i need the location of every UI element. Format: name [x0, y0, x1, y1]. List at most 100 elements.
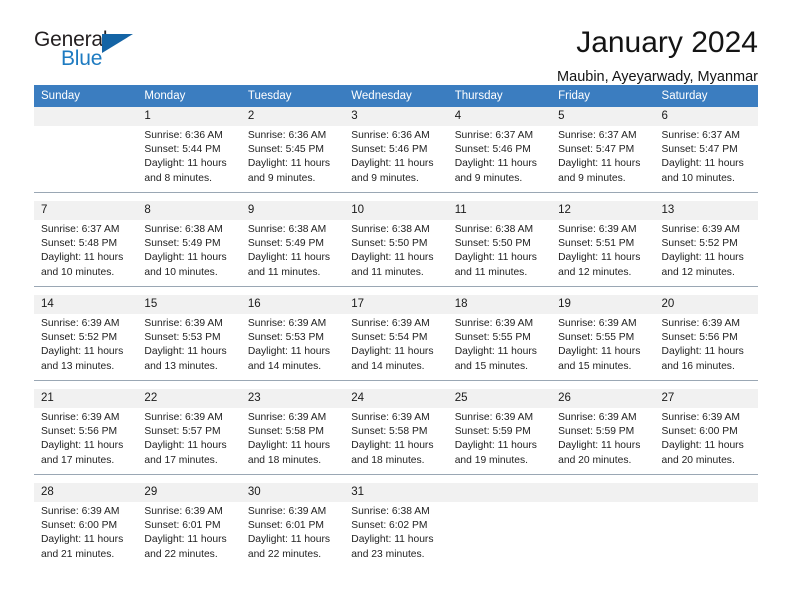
- day-number[interactable]: 13: [654, 201, 758, 220]
- daylight-text-line2: and 17 minutes.: [41, 454, 115, 466]
- sunrise-text: Sunrise: 6:37 AM: [41, 224, 120, 235]
- day-number[interactable]: 10: [344, 201, 448, 220]
- day-detail-cell[interactable]: Sunrise: 6:39 AM Sunset: 5:52 PM Daylight:…: [654, 220, 758, 287]
- day-detail-cell[interactable]: Sunrise: 6:39 AM Sunset: 5:59 PM Daylight:…: [447, 408, 552, 475]
- general-blue-logo[interactable]: General Blue: [34, 26, 142, 78]
- day-number[interactable]: 22: [137, 389, 241, 408]
- daylight-text-line1: Daylight: 11 hours: [41, 346, 124, 358]
- sunset-text: Sunset: 5:59 PM: [558, 426, 635, 438]
- sunrise-text: Sunrise: 6:39 AM: [454, 318, 534, 329]
- daylight-text-line2: and 10 minutes.: [661, 172, 735, 184]
- day-detail-cell[interactable]: Sunrise: 6:39 AM Sunset: 5:56 PM Daylight:…: [34, 408, 138, 475]
- day-number[interactable]: 31: [344, 483, 448, 502]
- daylight-text-line1: Daylight: 11 hours: [661, 346, 744, 358]
- day-detail-cell[interactable]: Sunrise: 6:39 AM Sunset: 5:55 PM Daylight:…: [551, 314, 655, 381]
- sunset-text: Sunset: 5:57 PM: [144, 426, 221, 438]
- sunrise-text: Sunrise: 6:37 AM: [454, 130, 534, 141]
- day-number[interactable]: 11: [447, 201, 552, 220]
- day-detail-cell[interactable]: Sunrise: 6:39 AM Sunset: 6:00 PM Daylight:…: [34, 502, 138, 568]
- day-number[interactable]: 20: [654, 295, 758, 314]
- sunrise-text: Sunrise: 6:39 AM: [661, 224, 740, 235]
- day-number[interactable]: 29: [137, 483, 241, 502]
- day-detail-cell[interactable]: Sunrise: 6:39 AM Sunset: 5:58 PM Daylight:…: [240, 408, 345, 475]
- day-detail-row: Sunrise: 6:39 AM Sunset: 5:52 PM Daylight:…: [34, 314, 758, 381]
- daylight-text-line1: Daylight: 11 hours: [454, 158, 537, 170]
- day-number[interactable]: 2: [240, 107, 345, 126]
- day-detail-cell[interactable]: Sunrise: 6:39 AM Sunset: 6:00 PM Daylight:…: [654, 408, 758, 475]
- day-detail-cell[interactable]: Sunrise: 6:36 AM Sunset: 5:45 PM Daylight:…: [240, 126, 345, 193]
- day-detail-cell[interactable]: Sunrise: 6:39 AM Sunset: 6:01 PM Daylight:…: [240, 502, 345, 568]
- day-detail-cell[interactable]: Sunrise: 6:39 AM Sunset: 5:51 PM Daylight:…: [551, 220, 655, 287]
- day-detail-cell[interactable]: Sunrise: 6:38 AM Sunset: 5:50 PM Daylight:…: [447, 220, 552, 287]
- day-detail-cell-empty: [34, 126, 138, 193]
- sunset-text: Sunset: 6:01 PM: [144, 520, 221, 532]
- day-detail-cell[interactable]: Sunrise: 6:39 AM Sunset: 5:57 PM Daylight:…: [137, 408, 241, 475]
- day-detail-cell[interactable]: Sunrise: 6:39 AM Sunset: 5:55 PM Daylight:…: [447, 314, 552, 381]
- day-number[interactable]: 25: [447, 389, 552, 408]
- sunrise-text: Sunrise: 6:38 AM: [351, 506, 430, 517]
- sunrise-text: Sunrise: 6:38 AM: [247, 224, 327, 235]
- day-detail-cell[interactable]: Sunrise: 6:39 AM Sunset: 5:56 PM Daylight:…: [654, 314, 758, 381]
- sunset-text: Sunset: 5:52 PM: [661, 238, 738, 250]
- week-separator: [34, 192, 758, 201]
- day-detail-cell[interactable]: Sunrise: 6:38 AM Sunset: 5:49 PM Daylight:…: [137, 220, 241, 287]
- daylight-text-line1: Daylight: 11 hours: [247, 534, 331, 546]
- day-number[interactable]: 4: [447, 107, 552, 126]
- day-detail-cell[interactable]: Sunrise: 6:39 AM Sunset: 5:58 PM Daylight:…: [344, 408, 448, 475]
- day-detail-cell[interactable]: Sunrise: 6:36 AM Sunset: 5:44 PM Daylight:…: [137, 126, 241, 193]
- day-number[interactable]: 19: [551, 295, 655, 314]
- day-detail-cell[interactable]: Sunrise: 6:37 AM Sunset: 5:47 PM Daylight:…: [551, 126, 655, 193]
- sunrise-text: Sunrise: 6:39 AM: [41, 506, 120, 517]
- day-number-row: 28 29 30 31: [34, 483, 758, 502]
- day-detail-cell[interactable]: Sunrise: 6:37 AM Sunset: 5:47 PM Daylight:…: [654, 126, 758, 193]
- day-detail-cell[interactable]: Sunrise: 6:39 AM Sunset: 5:53 PM Daylight:…: [137, 314, 241, 381]
- day-detail-cell[interactable]: Sunrise: 6:39 AM Sunset: 5:52 PM Daylight:…: [34, 314, 138, 381]
- day-detail-cell[interactable]: Sunrise: 6:36 AM Sunset: 5:46 PM Daylight:…: [344, 126, 448, 193]
- day-detail-cell[interactable]: Sunrise: 6:39 AM Sunset: 5:59 PM Daylight:…: [551, 408, 655, 475]
- day-number[interactable]: 6: [654, 107, 758, 126]
- daylight-text-line2: and 9 minutes.: [558, 172, 626, 184]
- day-number[interactable]: 17: [344, 295, 448, 314]
- day-number[interactable]: 23: [240, 389, 345, 408]
- day-number[interactable]: 9: [240, 201, 345, 220]
- daylight-text-line2: and 12 minutes.: [558, 266, 632, 278]
- sunrise-text: Sunrise: 6:39 AM: [454, 412, 534, 423]
- day-number[interactable]: 14: [34, 295, 138, 314]
- day-detail-cell[interactable]: Sunrise: 6:39 AM Sunset: 5:54 PM Daylight:…: [344, 314, 448, 381]
- day-detail-cell[interactable]: Sunrise: 6:38 AM Sunset: 6:02 PM Daylight:…: [344, 502, 448, 568]
- day-detail-cell[interactable]: Sunrise: 6:39 AM Sunset: 6:01 PM Daylight:…: [137, 502, 241, 568]
- day-number[interactable]: 3: [344, 107, 448, 126]
- day-detail-cell[interactable]: Sunrise: 6:38 AM Sunset: 5:49 PM Daylight:…: [240, 220, 345, 287]
- day-number[interactable]: 16: [240, 295, 345, 314]
- day-detail-cell[interactable]: Sunrise: 6:38 AM Sunset: 5:50 PM Daylight:…: [344, 220, 448, 287]
- day-number[interactable]: 21: [34, 389, 138, 408]
- daylight-text-line2: and 10 minutes.: [41, 266, 115, 278]
- day-number-row: 7 8 9 10 11 12 13: [34, 201, 758, 220]
- day-detail-cell[interactable]: Sunrise: 6:37 AM Sunset: 5:46 PM Daylight:…: [447, 126, 552, 193]
- day-number[interactable]: 8: [137, 201, 241, 220]
- day-number[interactable]: 24: [344, 389, 448, 408]
- sunset-text: Sunset: 5:55 PM: [558, 332, 635, 344]
- day-number[interactable]: 1: [137, 107, 241, 126]
- daylight-text-line2: and 11 minutes.: [247, 266, 321, 278]
- day-number[interactable]: 15: [137, 295, 241, 314]
- day-number[interactable]: 30: [240, 483, 345, 502]
- title-block: January 2024 Maubin, Ayeyarwady, Myanmar: [557, 26, 758, 87]
- day-number[interactable]: 5: [551, 107, 655, 126]
- day-detail-cell[interactable]: Sunrise: 6:39 AM Sunset: 5:53 PM Daylight:…: [240, 314, 345, 381]
- day-number[interactable]: 12: [551, 201, 655, 220]
- sunset-text: Sunset: 5:48 PM: [41, 238, 118, 250]
- day-number[interactable]: 27: [654, 389, 758, 408]
- daylight-text-line1: Daylight: 11 hours: [454, 346, 537, 358]
- day-detail-cell[interactable]: Sunrise: 6:37 AM Sunset: 5:48 PM Daylight:…: [34, 220, 138, 287]
- sunset-text: Sunset: 6:00 PM: [41, 520, 118, 532]
- daylight-text-line2: and 18 minutes.: [247, 454, 322, 466]
- day-number[interactable]: 18: [447, 295, 552, 314]
- day-number[interactable]: 7: [34, 201, 138, 220]
- daylight-text-line2: and 15 minutes.: [454, 360, 528, 372]
- week-separator: [34, 380, 758, 389]
- sunset-text: Sunset: 6:01 PM: [247, 520, 324, 532]
- day-number[interactable]: 28: [34, 483, 138, 502]
- day-number[interactable]: 26: [551, 389, 655, 408]
- daylight-text-line1: Daylight: 11 hours: [144, 534, 227, 546]
